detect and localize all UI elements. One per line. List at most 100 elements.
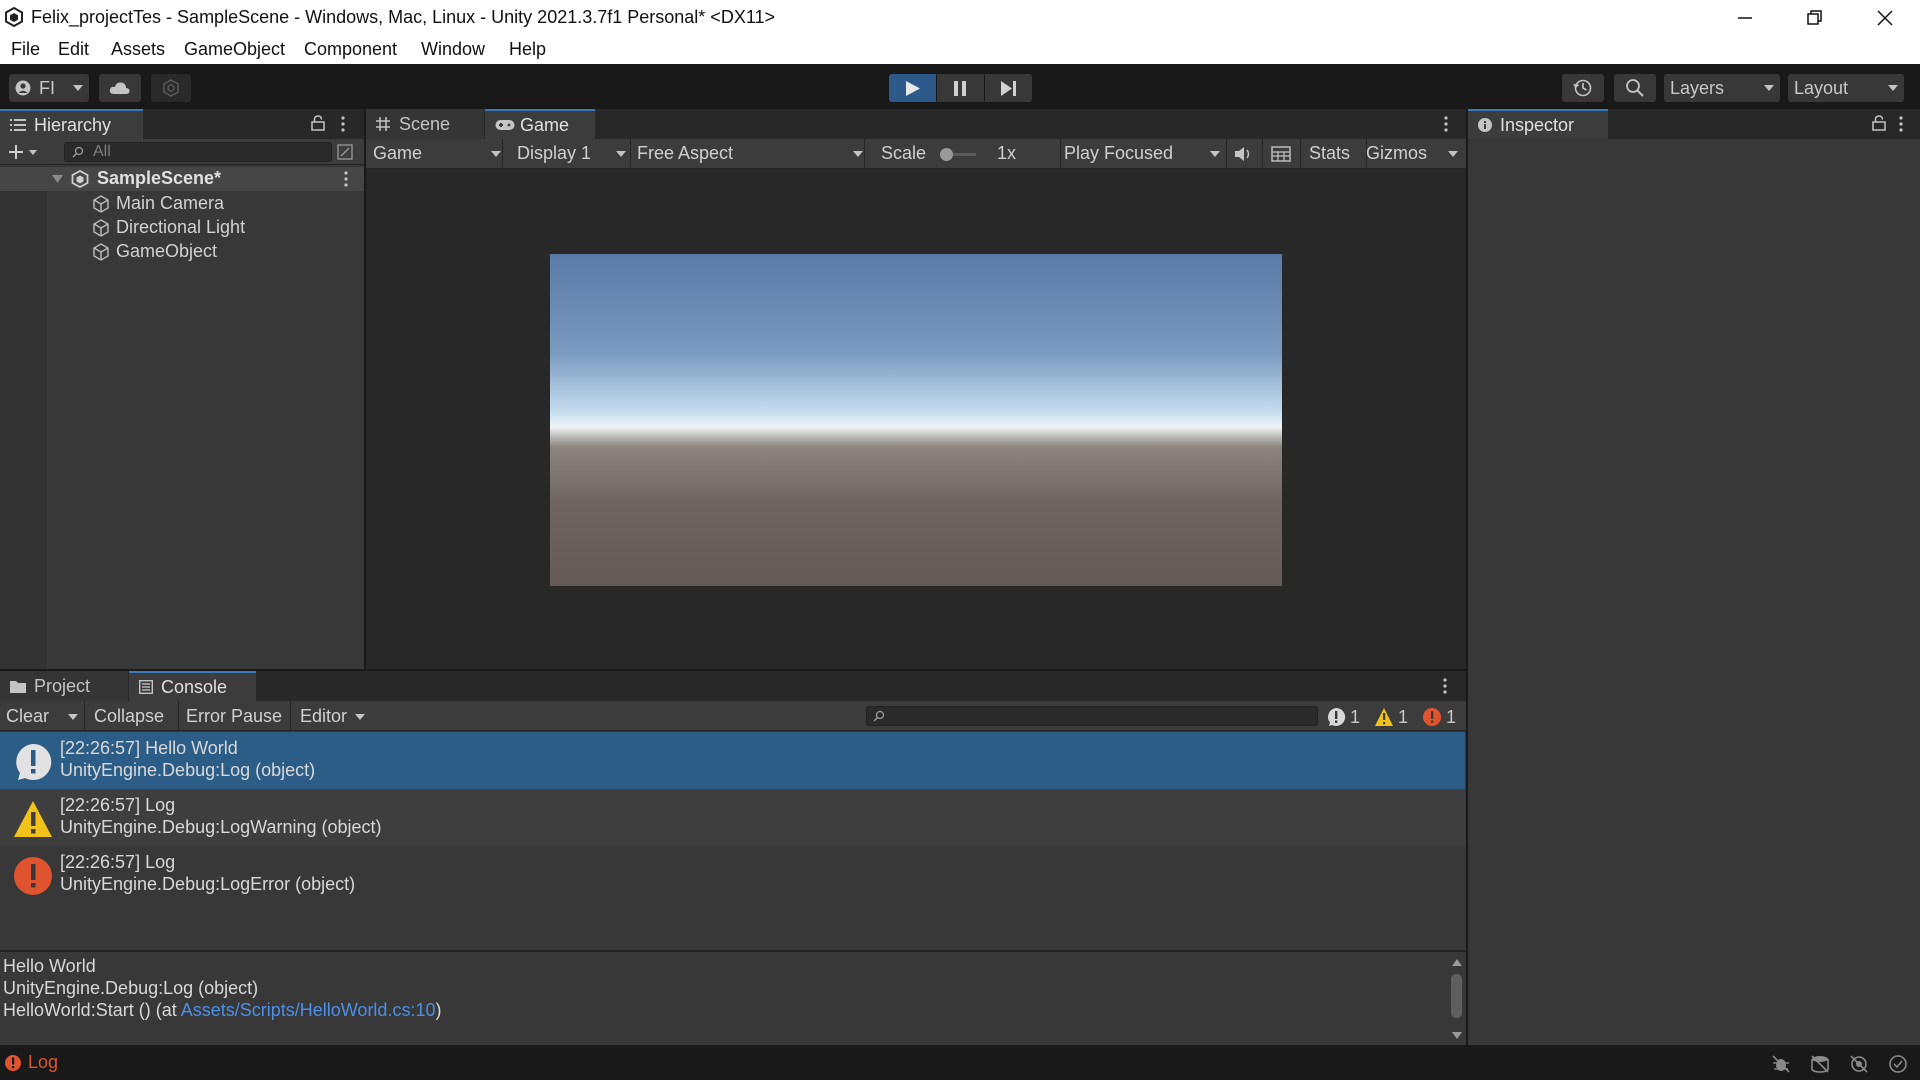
step-icon (1001, 81, 1017, 96)
aspect-dropdown[interactable]: Free Aspect (637, 143, 863, 164)
tab-scene[interactable]: Scene (366, 109, 484, 139)
chevron-down-icon (616, 151, 626, 157)
tab-project-label: Project (34, 675, 91, 696)
display-dropdown[interactable]: Display 1 (517, 143, 627, 164)
scroll-up-icon[interactable] (1452, 959, 1462, 966)
scroll-down-icon[interactable] (1452, 1032, 1462, 1039)
step-button[interactable] (985, 74, 1032, 102)
hierarchy-item-main-camera[interactable]: Main Camera (92, 193, 224, 214)
tab-hierarchy[interactable]: Hierarchy (0, 109, 143, 139)
detail-stack-prefix: HelloWorld:Start () (at (3, 1000, 181, 1020)
collapse-button[interactable]: Collapse (94, 706, 164, 727)
pause-icon (954, 81, 967, 96)
search-button[interactable] (1614, 74, 1656, 102)
console-search-input[interactable] (866, 706, 1318, 726)
chevron-down-icon (1448, 151, 1458, 157)
kebab-menu-icon[interactable] (1442, 678, 1448, 694)
window-title: Felix_projectTes - SampleScene - Windows… (31, 7, 776, 27)
log-source: UnityEngine.Debug:Log (object) (60, 760, 316, 780)
stats-button[interactable]: Stats (1309, 143, 1350, 164)
chevron-down-icon (355, 714, 365, 720)
status-message[interactable]: Log (28, 1052, 58, 1073)
play-button[interactable] (889, 74, 936, 102)
search-mode-icon[interactable] (337, 144, 353, 160)
debug-bug-icon[interactable] (1771, 1054, 1791, 1074)
menu-bar: File Edit Assets GameObject Component Wi… (0, 36, 1920, 64)
layout-dropdown[interactable]: Layout (1788, 74, 1904, 102)
collab-button[interactable] (151, 74, 191, 102)
scrollbar-thumb[interactable] (1451, 974, 1462, 1018)
expand-arrow-icon[interactable] (52, 175, 63, 184)
kebab-menu-icon[interactable] (340, 116, 346, 132)
script-file-link[interactable]: Assets/Scripts/HelloWorld.cs:10 (181, 1000, 436, 1020)
menu-edit[interactable]: Edit (58, 39, 89, 60)
kebab-menu-icon[interactable] (343, 171, 349, 187)
tab-game[interactable]: Game (485, 109, 595, 139)
info-count-toggle[interactable]: 1 (1326, 706, 1360, 728)
minimize-button[interactable] (1710, 0, 1780, 36)
gizmos-dropdown[interactable]: Gizmos (1366, 143, 1466, 164)
warning-count-toggle[interactable]: 1 (1374, 706, 1408, 728)
progress-check-icon[interactable] (1888, 1054, 1908, 1074)
log-entry-info[interactable]: [22:26:57] Hello World UnityEngine.Debug… (0, 732, 1465, 789)
tab-inspector[interactable]: Inspector (1468, 109, 1608, 139)
cloud-button[interactable] (99, 74, 141, 102)
error-count-toggle[interactable]: 1 (1422, 706, 1456, 728)
menu-gameobject[interactable]: GameObject (184, 39, 285, 60)
kebab-menu-icon[interactable] (1443, 116, 1449, 132)
hierarchy-search-input[interactable]: All (64, 142, 332, 162)
clear-options-chevron-icon[interactable] (68, 714, 78, 720)
restore-button[interactable] (1780, 0, 1850, 36)
log-message: [22:26:57] Hello World (60, 738, 238, 758)
editor-dropdown[interactable]: Editor (300, 706, 370, 727)
warning-icon (13, 799, 53, 839)
close-button[interactable] (1850, 0, 1920, 36)
cache-server-icon[interactable] (1810, 1054, 1830, 1074)
menu-assets[interactable]: Assets (111, 39, 165, 60)
add-button[interactable] (8, 143, 38, 161)
hierarchy-item-gameobject[interactable]: GameObject (92, 241, 217, 262)
hierarchy-item-directional-light[interactable]: Directional Light (92, 217, 245, 238)
menu-window[interactable]: Window (421, 39, 485, 60)
game-viewport[interactable] (550, 254, 1282, 586)
error-pause-button[interactable]: Error Pause (186, 706, 282, 727)
search-icon (1625, 78, 1645, 98)
scene-row[interactable]: SampleScene* (0, 167, 364, 191)
tab-console[interactable]: Console (129, 671, 256, 701)
game-view-dropdown[interactable]: Game (373, 143, 503, 164)
mute-audio-button[interactable] (1234, 146, 1254, 162)
warning-count: 1 (1398, 706, 1409, 727)
hierarchy-item-label: Main Camera (116, 193, 225, 213)
hierarchy-search-placeholder: All (93, 143, 111, 160)
lock-icon[interactable] (1872, 115, 1886, 131)
auto-generate-lighting-icon[interactable] (1849, 1054, 1869, 1074)
history-button[interactable] (1562, 74, 1604, 102)
chevron-down-icon (853, 151, 863, 157)
cube-icon (92, 194, 116, 213)
layout-label: Layout (1794, 77, 1849, 98)
keyboard-shortcut-button[interactable] (1271, 146, 1291, 162)
log-entry-warning[interactable]: [22:26:57] Log UnityEngine.Debug:LogWarn… (0, 789, 1465, 846)
tab-hierarchy-label: Hierarchy (34, 114, 112, 135)
account-dropdown[interactable]: FI (9, 74, 89, 102)
menu-component[interactable]: Component (304, 39, 397, 60)
main-toolbar: FI Layers Layout (0, 64, 1920, 109)
error-icon (13, 856, 53, 896)
menu-file[interactable]: File (11, 39, 40, 60)
lock-icon[interactable] (311, 115, 325, 131)
play-mode-dropdown[interactable]: Play Focused (1064, 143, 1224, 164)
aspect-label: Free Aspect (637, 143, 734, 163)
layers-dropdown[interactable]: Layers (1664, 74, 1780, 102)
kebab-menu-icon[interactable] (1898, 116, 1904, 132)
detail-message: Hello World (3, 956, 96, 976)
tab-inspector-label: Inspector (1500, 114, 1575, 135)
detail-scrollbar[interactable] (1447, 952, 1466, 1045)
tab-project[interactable]: Project (0, 671, 128, 701)
console-icon (139, 680, 153, 694)
pause-button[interactable] (937, 74, 984, 102)
clear-button[interactable]: Clear (6, 706, 49, 727)
menu-help[interactable]: Help (509, 39, 546, 60)
log-message: [22:26:57] Log (60, 795, 176, 815)
log-entry-error[interactable]: [22:26:57] Log UnityEngine.Debug:LogErro… (0, 846, 1465, 903)
scale-slider-thumb[interactable] (940, 148, 953, 161)
